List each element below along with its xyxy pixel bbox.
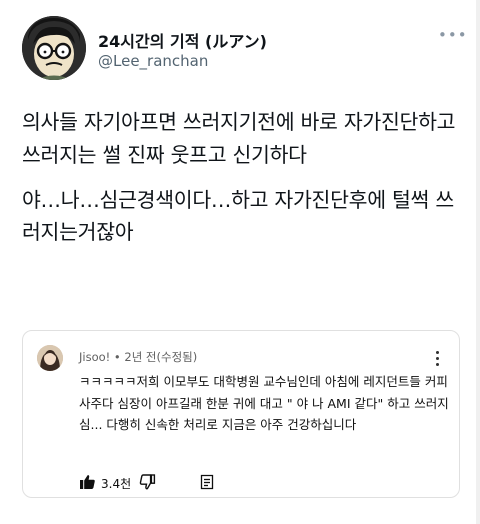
- dislike-button[interactable]: [139, 473, 156, 493]
- scrollbar-track: [476, 0, 480, 524]
- user-handle[interactable]: @Lee_ranchan: [98, 52, 208, 70]
- comment-actions: 3.4천: [79, 473, 439, 493]
- comment-time: 2년 전(수정됨): [124, 350, 198, 364]
- avatar[interactable]: [22, 16, 86, 80]
- reply-button[interactable]: [199, 473, 215, 493]
- thumbs-down-icon: [139, 473, 156, 493]
- thumbs-up-icon: [79, 474, 96, 493]
- comment-author[interactable]: Jisoo!: [79, 350, 110, 364]
- more-horizontal-icon[interactable]: •••: [438, 26, 467, 44]
- tweet-text: 의사들 자기아프면 쓰러지기전에 바로 자가진단하고 쓰러지는 썰 진짜 웃프고…: [22, 106, 462, 249]
- more-vertical-icon[interactable]: [433, 351, 441, 369]
- comment-card: Jisoo! • 2년 전(수정됨) ㅋㅋㅋㅋㅋ저희 이모부도 대학병원 교수님…: [22, 330, 460, 498]
- like-count: 3.4천: [101, 476, 132, 491]
- display-name[interactable]: 24시간의 기적 (ルアン): [98, 28, 267, 52]
- comment-text: ㅋㅋㅋㅋㅋ저희 이모부도 대학병원 교수님인데 아침에 레지던트들 커피 사주다…: [79, 374, 449, 432]
- tweet-header: 24시간의 기적 (ルアン) @Lee_ranchan •••: [22, 16, 467, 82]
- tweet-paragraph: 의사들 자기아프면 쓰러지기전에 바로 자가진단하고 쓰러지는 썰 진짜 웃프고…: [22, 110, 456, 167]
- comment-avatar[interactable]: [37, 345, 63, 371]
- like-button[interactable]: 3.4천: [79, 473, 131, 493]
- comment-meta: Jisoo! • 2년 전(수정됨): [79, 350, 198, 364]
- reply-icon: [199, 474, 215, 493]
- tweet-paragraph: 야…나…심근경색이다…하고 자가진단후에 털썩 쓰러지는거잖아: [22, 187, 454, 245]
